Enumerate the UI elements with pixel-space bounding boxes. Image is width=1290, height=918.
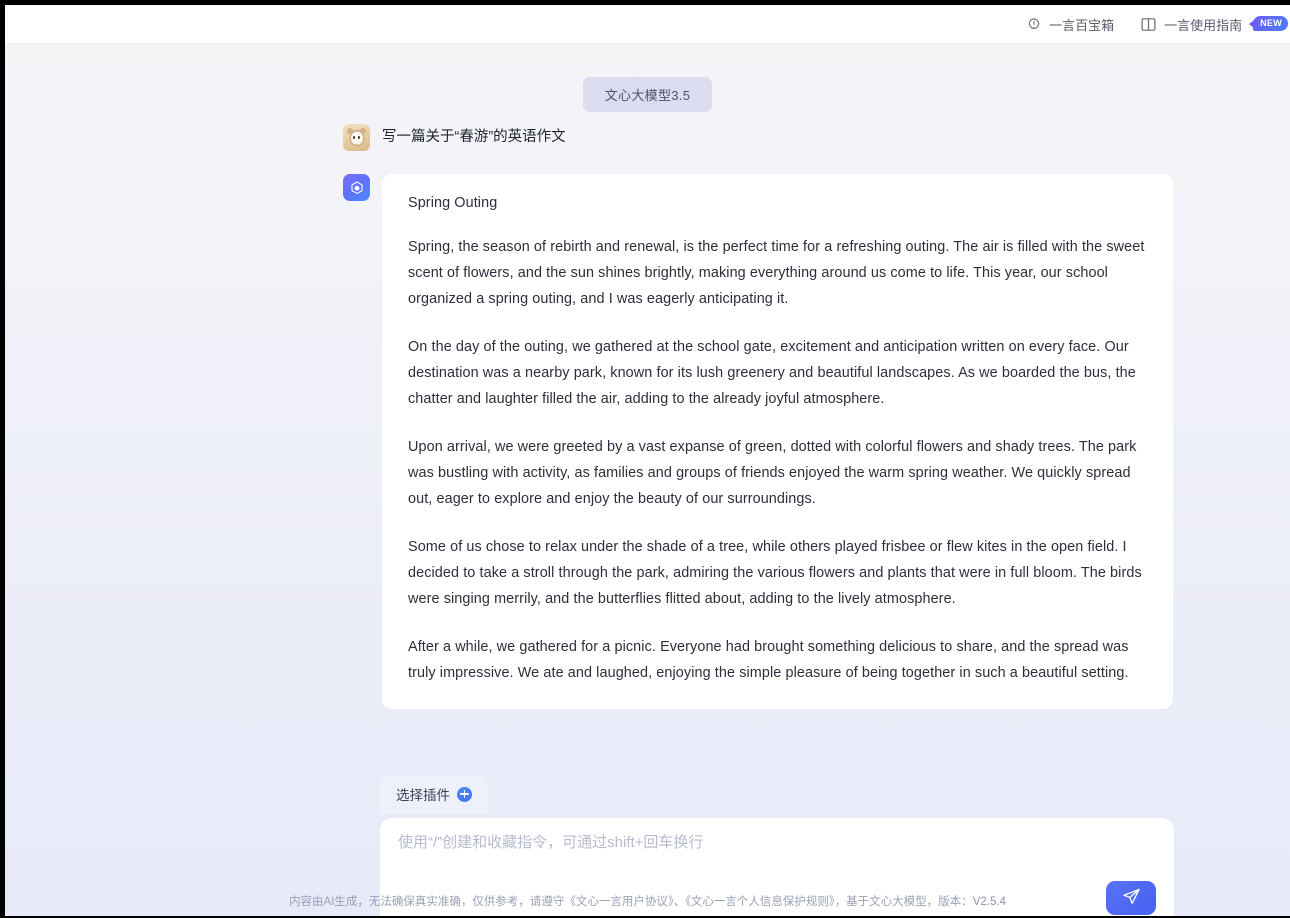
footer-separator: 、 bbox=[673, 896, 686, 908]
new-badge: NEW bbox=[1249, 16, 1288, 31]
plugin-selector-button[interactable]: 选择插件 bbox=[380, 775, 488, 814]
toolbox-entry[interactable]: 一言百宝箱 bbox=[1025, 15, 1114, 34]
user-guide-entry[interactable]: 一言使用指南 NEW bbox=[1140, 15, 1288, 34]
assistant-answer-card: Spring Outing Spring, the season of rebi… bbox=[382, 174, 1173, 709]
user-avatar[interactable] bbox=[343, 124, 370, 151]
model-badge-container: 文心大模型3.5 bbox=[5, 77, 1290, 112]
app-window: 一言百宝箱 一言使用指南 NEW 文心大模型3.5 写一篇关于“春游”的英语作文… bbox=[5, 5, 1290, 916]
plus-circle-icon bbox=[457, 786, 472, 802]
answer-paragraph: On the day of the outing, we gathered at… bbox=[408, 339, 1136, 407]
avatar-eye-right bbox=[357, 136, 360, 139]
toolbox-label: 一言百宝箱 bbox=[1049, 18, 1115, 33]
version-number: V2.5.4 bbox=[972, 896, 1006, 908]
ernie-bot-icon bbox=[343, 174, 370, 201]
user-guide-label: 一言使用指南 bbox=[1164, 18, 1243, 33]
answer-paragraph: After a while, we gathered for a picnic.… bbox=[408, 639, 1129, 681]
top-bar: 一言百宝箱 一言使用指南 NEW bbox=[5, 5, 1290, 44]
chat-input[interactable] bbox=[396, 833, 1120, 852]
user-message-text: 写一篇关于“春游”的英语作文 bbox=[382, 129, 566, 145]
conversation-column: 写一篇关于“春游”的英语作文 Spring Outing Spring, the… bbox=[343, 124, 1173, 709]
plugin-selector-label: 选择插件 bbox=[396, 788, 450, 803]
chat-area: 文心大模型3.5 写一篇关于“春游”的英语作文 Spring Outing Sp… bbox=[5, 44, 1290, 916]
avatar-eye-left bbox=[353, 136, 356, 139]
footer-disclaimer: 内容由AI生成，无法确保真实准确，仅供参考，请遵守《文心一言用户协议》、《文心一… bbox=[5, 894, 1290, 910]
book-icon bbox=[1140, 16, 1157, 33]
link-user-agreement[interactable]: 《文心一言用户协议》 bbox=[564, 896, 673, 908]
lightbulb-icon bbox=[1025, 16, 1042, 33]
assistant-message-row: Spring Outing Spring, the season of rebi… bbox=[343, 174, 1173, 709]
link-privacy-policy[interactable]: 《文心一言个人信息保护规则》 bbox=[685, 896, 835, 908]
avatar-face bbox=[349, 130, 364, 147]
user-message-row: 写一篇关于“春游”的英语作文 bbox=[343, 124, 1173, 154]
model-badge: 文心大模型3.5 bbox=[582, 77, 713, 112]
footer-text: 内容由AI生成，无法确保真实准确，仅供参考，请遵守 bbox=[289, 896, 565, 908]
answer-title: Spring Outing bbox=[408, 195, 498, 211]
answer-paragraph: Spring, the season of rebirth and renewa… bbox=[408, 239, 1145, 307]
answer-paragraph: As the afternoon drew to a close, we beg… bbox=[408, 708, 1147, 709]
answer-paragraph: Some of us chose to relax under the shad… bbox=[408, 539, 1142, 607]
footer-tail: ，基于文心大模型，版本： bbox=[834, 896, 973, 908]
top-bar-actions: 一言百宝箱 一言使用指南 NEW bbox=[1025, 5, 1290, 44]
answer-paragraph: Upon arrival, we were greeted by a vast … bbox=[408, 439, 1137, 507]
